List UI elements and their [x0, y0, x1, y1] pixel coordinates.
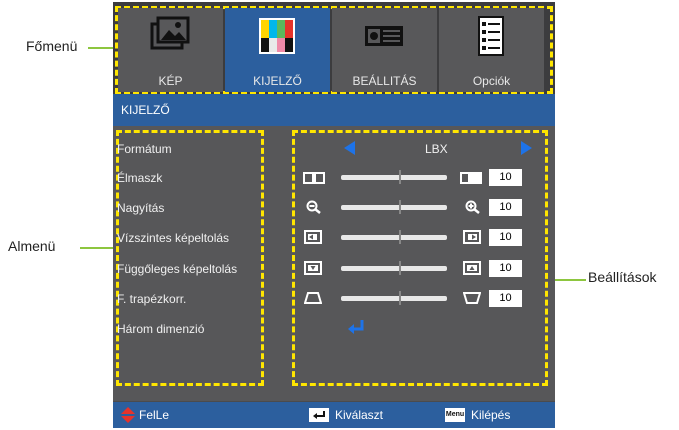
h-shift-value: 10: [489, 229, 522, 246]
osd-panel: KÉP KIJELZŐ BEÁLLITÁS Opciók KIJELZŐ For…: [113, 2, 555, 428]
menu-item-keystone[interactable]: F. trapézkorr.: [117, 292, 186, 306]
menu-item-format[interactable]: Formátum: [117, 142, 172, 156]
edge-mask-value: 10: [489, 169, 522, 186]
keystone-min-icon: [304, 292, 322, 304]
main-menu-callout: Főmenü: [26, 38, 78, 54]
menu-item-zoom[interactable]: Nagyítás: [117, 201, 164, 215]
footer-select-label: Kiválaszt: [335, 408, 384, 422]
edge-mask-slider[interactable]: [341, 170, 447, 184]
footer-updown-label: FelLe: [139, 408, 170, 422]
zoom-out-icon: [306, 200, 321, 214]
display-icon: [259, 18, 295, 54]
footer-exit-label: Kilépés: [471, 408, 511, 422]
zoom-slider[interactable]: [341, 200, 447, 214]
zoom-in-icon: [465, 200, 480, 214]
tab-display[interactable]: KIJELZŐ: [225, 8, 330, 92]
tab-setup[interactable]: BEÁLLITÁS: [332, 8, 437, 92]
edge-mask-max-icon: [460, 172, 482, 184]
h-shift-left-icon: [304, 230, 322, 244]
v-shift-up-icon: [463, 261, 481, 275]
options-icon: [478, 16, 504, 56]
submenu-body: Formátum Élmaszk Nagyítás Vízszintes kép…: [113, 126, 555, 401]
zoom-value: 10: [489, 199, 522, 216]
tab-options[interactable]: Opciók: [439, 8, 544, 92]
tab-options-label: Opciók: [472, 74, 511, 88]
v-shift-value: 10: [489, 260, 522, 277]
h-shift-slider-thumb[interactable]: [399, 230, 401, 244]
keystone-max-icon: [463, 292, 481, 304]
menu-item-h-shift[interactable]: Vízszintes képeltolás: [117, 231, 229, 245]
footer-bar: FelLe Kiválaszt Menu Kilépés: [113, 402, 555, 428]
enter-key-icon: [309, 408, 329, 422]
picture-icon: [150, 16, 190, 50]
keystone-slider-thumb[interactable]: [399, 291, 401, 305]
h-shift-slider[interactable]: [341, 230, 447, 244]
h-shift-right-icon: [463, 230, 481, 244]
edge-mask-min-icon: [303, 172, 325, 184]
enter-icon[interactable]: [347, 319, 367, 335]
section-title: KIJELZŐ: [121, 103, 170, 117]
menu-item-edge-mask[interactable]: Élmaszk: [117, 171, 162, 185]
tab-picture[interactable]: KÉP: [118, 8, 223, 92]
main-menu-tabs: KÉP KIJELZŐ BEÁLLITÁS Opciók: [113, 2, 555, 94]
tab-picture-label: KÉP: [158, 74, 183, 88]
projector-icon: [365, 26, 403, 46]
edge-mask-slider-thumb[interactable]: [399, 170, 401, 184]
keystone-value: 10: [489, 290, 522, 307]
menu-item-3d[interactable]: Három dimenzió: [117, 322, 204, 336]
section-header: KIJELZŐ: [113, 94, 555, 126]
format-value: LBX: [425, 142, 448, 156]
updown-icon: [121, 407, 135, 423]
v-shift-slider[interactable]: [341, 261, 447, 275]
menu-item-v-shift[interactable]: Függőleges képeltolás: [117, 262, 237, 276]
settings-callout: Beállítások: [588, 269, 657, 285]
zoom-slider-thumb[interactable]: [399, 200, 401, 214]
sub-menu-callout: Almenü: [8, 238, 56, 254]
v-shift-down-icon: [304, 261, 322, 275]
submenu-highlight: [116, 130, 264, 386]
menu-key-icon: Menu: [445, 408, 465, 422]
keystone-slider[interactable]: [341, 291, 447, 305]
tab-display-label: KIJELZŐ: [253, 74, 302, 88]
tab-setup-label: BEÁLLITÁS: [352, 74, 417, 88]
v-shift-slider-thumb[interactable]: [399, 261, 401, 275]
arrow-right-icon[interactable]: [520, 141, 532, 155]
arrow-left-icon[interactable]: [344, 141, 356, 155]
